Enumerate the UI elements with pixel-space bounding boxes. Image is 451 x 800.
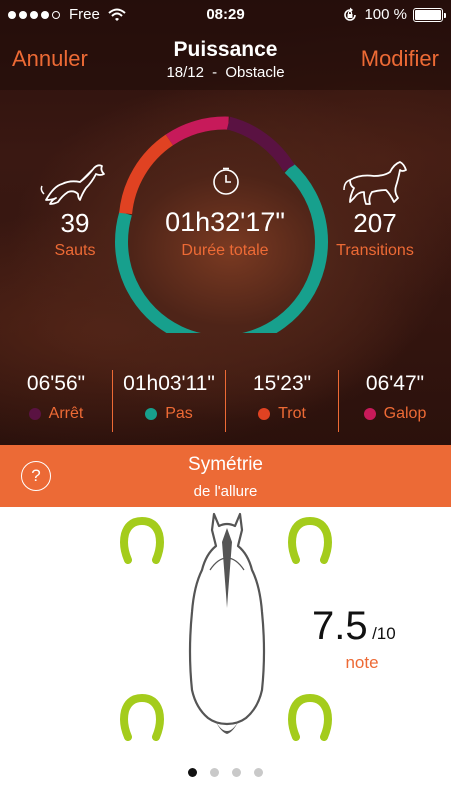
battery-percent: 100 %	[364, 6, 407, 23]
gait-time: 06'56"	[26, 372, 86, 395]
page-dot-active[interactable]	[188, 768, 197, 777]
gait-pas: 01h03'11" Pas	[112, 370, 225, 432]
total-duration-value: 01h32'17"	[165, 207, 285, 237]
trotting-horse-icon	[343, 161, 407, 205]
ring-segment-galop	[165, 116, 229, 146]
page-dot[interactable]	[232, 768, 241, 777]
ring-segment-arret	[226, 116, 295, 172]
status-bar: Free 08:29 100 %	[0, 0, 451, 30]
transitions-value: 207	[353, 208, 397, 238]
gait-color-dot	[28, 408, 41, 420]
symmetry-subtitle: de l'allure	[193, 483, 258, 500]
score-label: note	[345, 653, 379, 672]
gait-label-row: Pas	[113, 405, 225, 423]
jumps-value: 39	[60, 208, 90, 238]
gait-time: 01h03'11"	[123, 372, 215, 395]
orientation-lock-icon	[344, 7, 357, 21]
summary-panel: Free 08:29 100 % Annuler Puissance 18/12…	[0, 0, 451, 445]
jumps-label: Sauts	[54, 242, 96, 259]
gait-label-row: Galop	[339, 405, 451, 423]
transitions-label: Transitions	[336, 242, 414, 259]
jumping-horse-icon	[40, 164, 105, 205]
edit-button[interactable]: Modifier	[361, 46, 439, 72]
horseshoe-icon	[288, 516, 332, 564]
horseshoe-icon	[120, 516, 164, 564]
gait-color-dot	[145, 408, 158, 420]
session-type: Obstacle	[225, 64, 285, 81]
symmetry-header: ? Symétrie de l'allure	[0, 445, 451, 507]
gait-label: Arrêt	[48, 405, 84, 422]
gait-durations: 06'56" Arrêt 01h03'11" Pas 15'23" Trot 0…	[0, 370, 451, 432]
score-max: /10	[372, 624, 396, 643]
horseshoe-icon	[288, 693, 332, 741]
clock-icon	[213, 167, 239, 195]
gait-label-row: Arrêt	[0, 405, 112, 423]
gait-label: Trot	[278, 405, 306, 422]
page-indicator[interactable]	[0, 768, 451, 777]
symmetry-title: Symétrie	[188, 454, 263, 475]
page-dot[interactable]	[210, 768, 219, 777]
gait-color-dot	[363, 408, 376, 420]
gait-label: Pas	[165, 405, 193, 422]
session-date: 18/12	[166, 64, 204, 81]
page-dot[interactable]	[254, 768, 263, 777]
symmetry-score: 7.5 /10	[312, 604, 396, 649]
gait-arret: 06'56" Arrêt	[0, 370, 112, 432]
gait-label-row: Trot	[226, 405, 338, 423]
subtitle-separator: -	[212, 64, 218, 81]
horse-top-view-icon	[188, 512, 266, 734]
gait-trot: 15'23" Trot	[225, 370, 338, 432]
gait-label: Galop	[383, 405, 427, 422]
gait-time: 15'23"	[252, 372, 312, 395]
gait-time: 06'47"	[365, 372, 425, 395]
gait-color-dot	[258, 408, 271, 420]
ring-segment-trot	[119, 134, 174, 215]
battery-area: 100 %	[342, 6, 446, 23]
score-value: 7.5	[312, 604, 368, 648]
gait-galop: 06'47" Galop	[338, 370, 451, 432]
horseshoe-icon	[120, 693, 164, 741]
battery-icon	[413, 7, 446, 22]
total-duration-label: Durée totale	[181, 242, 269, 259]
